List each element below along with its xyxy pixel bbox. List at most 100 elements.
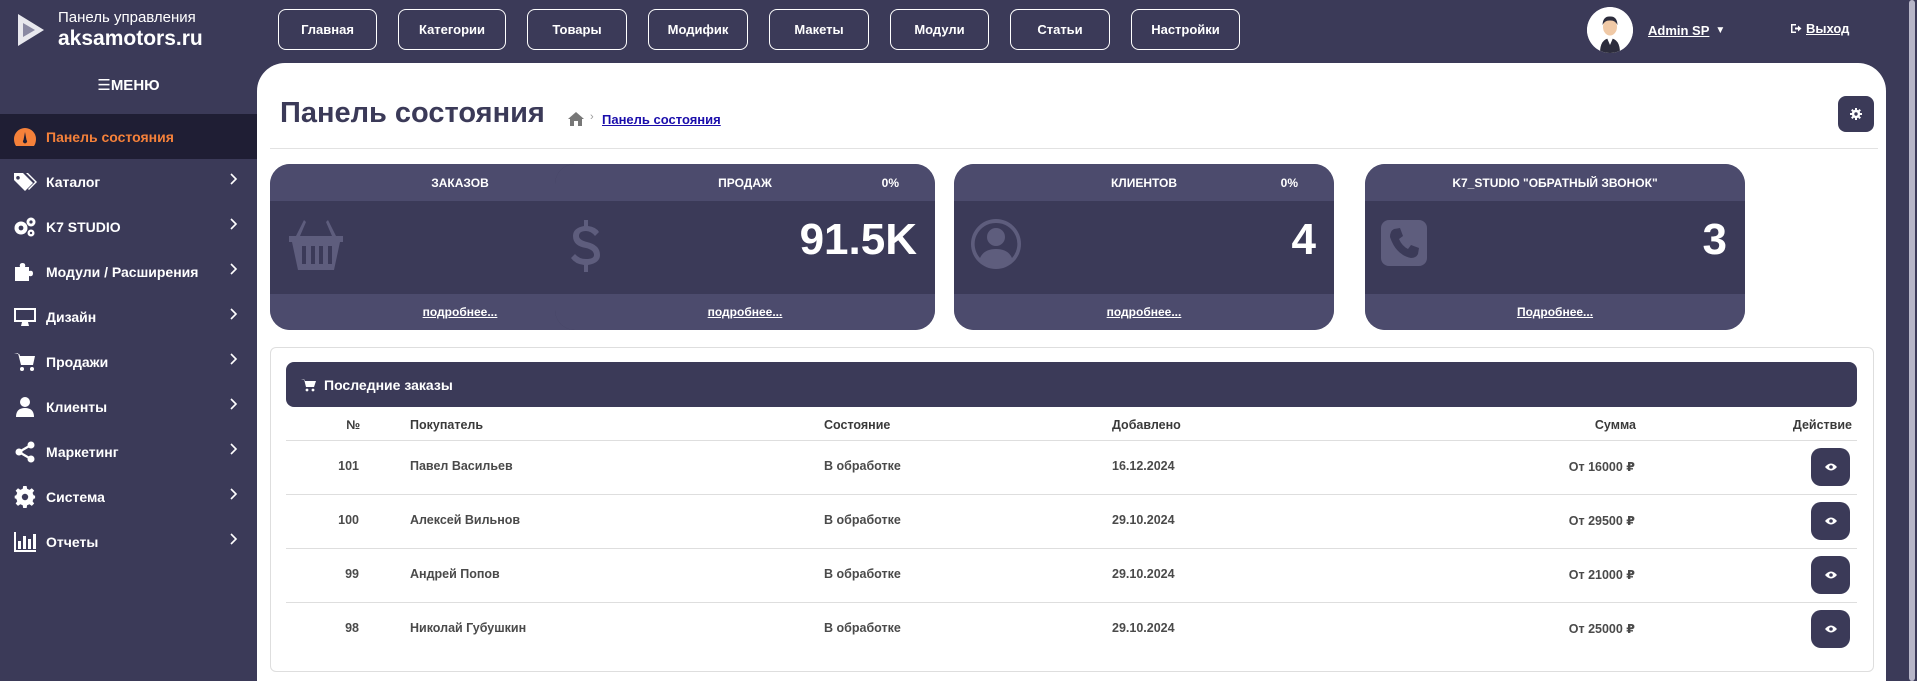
view-order-button[interactable] <box>1811 448 1850 486</box>
sidebar-item-label: Продажи <box>46 353 109 370</box>
column-header-added: Добавлено <box>1112 418 1181 432</box>
chevron-right-icon <box>230 308 238 320</box>
logout-link[interactable]: Выход <box>1790 21 1849 36</box>
column-header-action: Действие <box>1792 418 1852 432</box>
user-avatar-icon <box>1587 7 1633 53</box>
nav-articles-button[interactable]: Статьи <box>1010 9 1110 50</box>
column-header-sum: Сумма <box>1594 418 1636 432</box>
nav-categories-button[interactable]: Категории <box>398 9 506 50</box>
sidebar-item-reports[interactable]: Отчеты <box>0 519 257 564</box>
stat-card-customers: КЛИЕНТОВ 0% 4 подробнее... <box>954 164 1334 330</box>
sidebar-item-modules[interactable]: Модули / Расширения <box>0 249 257 294</box>
order-number: 98 <box>345 621 359 635</box>
top-nav: Главная Категории Товары Модифик Макеты … <box>278 9 1240 50</box>
card-value: 4 <box>1291 215 1316 264</box>
order-sum: От 29500 ₽ <box>1568 514 1635 528</box>
sidebar-item-k7studio[interactable]: K7 STUDIO <box>0 204 257 249</box>
caret-down-icon[interactable]: ▼ <box>1715 25 1725 36</box>
sidebar-item-design[interactable]: Дизайн <box>0 294 257 339</box>
nav-home-button[interactable]: Главная <box>278 9 377 50</box>
chevron-right-icon <box>230 218 238 230</box>
card-more-link[interactable]: подробнее... <box>555 305 935 319</box>
monitor-icon <box>12 305 38 329</box>
cart-icon <box>301 378 316 391</box>
stat-card-sales: ПРОДАЖ 0% 91.5K подробнее... <box>555 164 935 330</box>
nav-products-button[interactable]: Товары <box>527 9 627 50</box>
card-footer: Подробнее... <box>1365 294 1745 330</box>
dollar-icon <box>569 218 603 274</box>
logo-domain: aksamotors.ru <box>58 27 203 50</box>
menu-toggle[interactable]: ☰МЕНЮ <box>0 76 257 94</box>
table-row: 98 Николай Губушкин В обработке 29.10.20… <box>286 602 1857 656</box>
user-name-link[interactable]: Admin SP <box>1648 23 1709 38</box>
stat-card-callback: K7_STUDIO "ОБРАТНЫЙ ЗВОНОК" 3 Подробнее.… <box>1365 164 1745 330</box>
phone-icon <box>1381 220 1427 266</box>
sidebar-item-marketing[interactable]: Маркетинг <box>0 429 257 474</box>
page-scrollbar-thumb[interactable] <box>1909 0 1915 681</box>
sidebar-item-label: K7 STUDIO <box>46 218 121 235</box>
top-header: Панель управления aksamotors.ru Главная … <box>0 0 1917 60</box>
home-icon[interactable] <box>567 111 585 127</box>
card-footer: подробнее... <box>954 294 1334 330</box>
sidebar-item-sales[interactable]: Продажи <box>0 339 257 384</box>
column-header-number: № <box>346 418 360 432</box>
logo[interactable]: Панель управления aksamotors.ru <box>14 10 203 49</box>
table-row: 100 Алексей Вильнов В обработке 29.10.20… <box>286 494 1857 548</box>
latest-orders-title: Последние заказы <box>324 376 453 393</box>
order-buyer: Павел Васильев <box>410 459 513 473</box>
order-status: В обработке <box>824 567 901 581</box>
order-date: 16.12.2024 <box>1112 459 1175 473</box>
sign-out-icon <box>1791 24 1802 33</box>
logo-play-icon <box>18 13 44 46</box>
nav-modifiers-button[interactable]: Модифик <box>648 9 748 50</box>
bar-chart-icon <box>12 530 38 554</box>
menu-label: МЕНЮ <box>110 77 160 94</box>
order-buyer: Андрей Попов <box>410 567 500 581</box>
sidebar-item-customers[interactable]: Клиенты <box>0 384 257 429</box>
chevron-right-icon <box>230 488 238 500</box>
column-header-buyer: Покупатель <box>410 418 484 432</box>
card-value: 3 <box>1702 215 1727 264</box>
card-percent: 0% <box>1280 176 1298 190</box>
sidebar-item-label: Клиенты <box>46 398 108 415</box>
avatar[interactable] <box>1587 7 1633 53</box>
settings-button[interactable] <box>1838 96 1874 132</box>
nav-settings-button[interactable]: Настройки <box>1131 9 1240 50</box>
view-order-button[interactable] <box>1811 556 1850 594</box>
card-more-link[interactable]: подробнее... <box>954 305 1334 319</box>
sidebar-item-label: Отчеты <box>46 533 99 550</box>
hamburger-icon: ☰ <box>97 77 111 94</box>
user-menu[interactable]: Admin SP ▼ <box>1587 7 1725 53</box>
gear-icon <box>12 485 38 509</box>
nav-layouts-button[interactable]: Макеты <box>769 9 869 50</box>
tags-icon <box>12 170 38 194</box>
order-date: 29.10.2024 <box>1112 513 1175 527</box>
main-content: Панель состояния › Панель состояния ЗАКА… <box>257 63 1886 681</box>
view-order-button[interactable] <box>1811 610 1850 648</box>
view-order-button[interactable] <box>1811 502 1850 540</box>
sidebar-item-dashboard[interactable]: Панель состояния <box>0 114 257 159</box>
cogs-icon <box>12 215 38 239</box>
user-icon <box>12 395 38 419</box>
logout-label: Выход <box>1806 21 1850 36</box>
chevron-right-icon <box>230 443 238 455</box>
basket-icon <box>286 218 346 274</box>
card-more-link[interactable]: Подробнее... <box>1365 305 1745 319</box>
chevron-right-icon <box>230 173 238 185</box>
order-number: 100 <box>338 513 359 527</box>
order-buyer: Николай Губушкин <box>410 621 527 635</box>
order-sum: От 21000 ₽ <box>1568 568 1635 582</box>
table-row: 99 Андрей Попов В обработке 29.10.2024 О… <box>286 548 1857 602</box>
sidebar-item-label: Дизайн <box>46 308 97 325</box>
order-date: 29.10.2024 <box>1112 621 1175 635</box>
sidebar-item-system[interactable]: Система <box>0 474 257 519</box>
nav-modules-button[interactable]: Модули <box>890 9 989 50</box>
card-footer: подробнее... <box>555 294 935 330</box>
puzzle-icon <box>12 260 38 284</box>
eye-icon <box>1824 463 1837 471</box>
sidebar-item-catalog[interactable]: Каталог <box>0 159 257 204</box>
breadcrumb-link[interactable]: Панель состояния <box>602 112 721 127</box>
breadcrumb-separator: › <box>590 111 594 123</box>
order-status: В обработке <box>824 621 901 635</box>
card-title: ПРОДАЖ <box>718 176 772 190</box>
